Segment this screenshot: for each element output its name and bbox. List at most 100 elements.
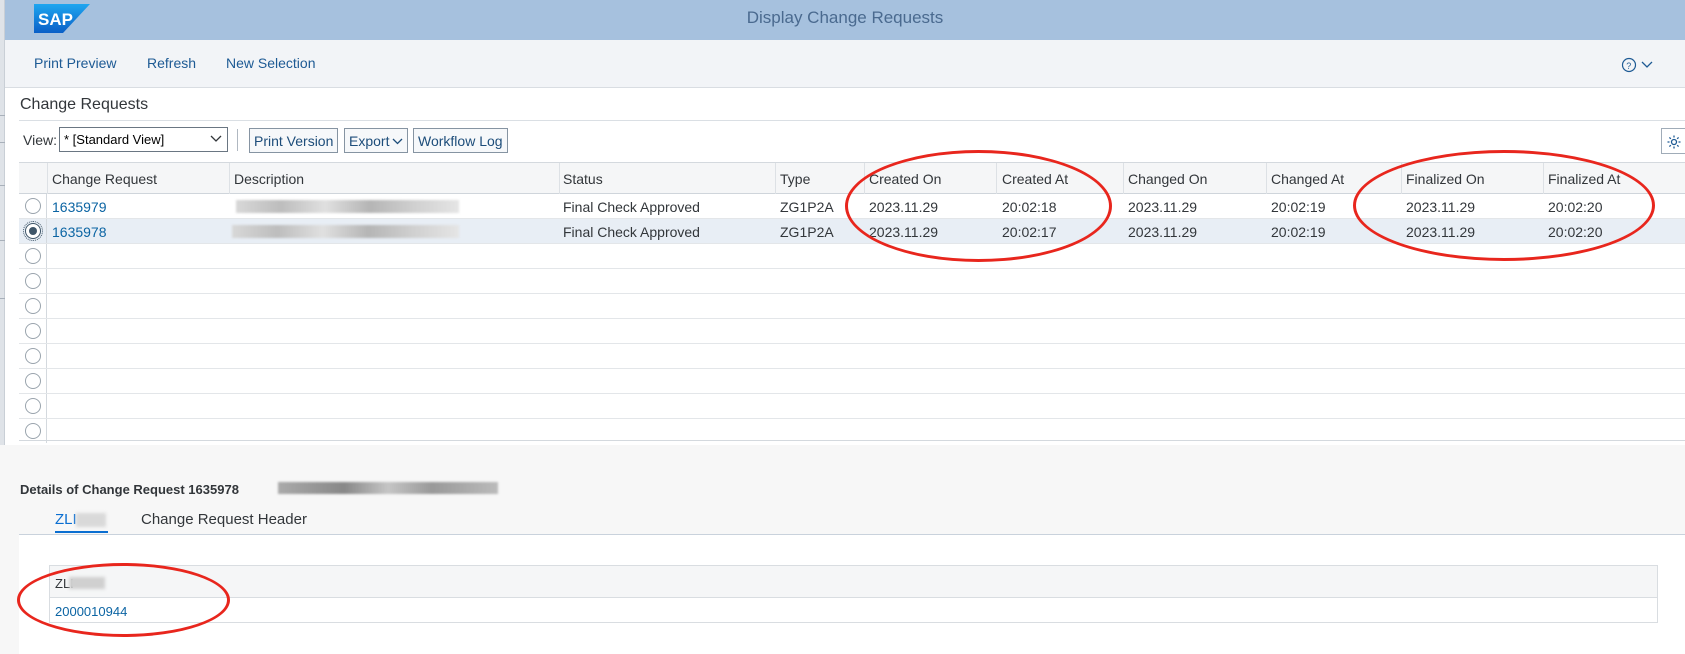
row-selector[interactable] bbox=[19, 419, 47, 443]
gear-icon bbox=[1667, 135, 1681, 149]
row-selector[interactable] bbox=[19, 344, 47, 368]
workflow-log-button[interactable]: Workflow Log bbox=[413, 128, 508, 153]
empty-row bbox=[19, 244, 1685, 269]
changed-at-cell: 20:02:19 bbox=[1271, 199, 1326, 215]
row-selector[interactable] bbox=[19, 194, 47, 218]
radio-button[interactable] bbox=[25, 373, 41, 389]
view-select-value: * [Standard View] bbox=[64, 132, 165, 147]
refresh-button[interactable]: Refresh bbox=[147, 55, 196, 71]
radio-button[interactable] bbox=[25, 323, 41, 339]
active-tab-indicator bbox=[55, 531, 108, 533]
export-button[interactable]: Export bbox=[344, 128, 408, 153]
redacted-tab-suffix bbox=[76, 513, 106, 527]
radio-button[interactable] bbox=[25, 398, 41, 414]
tab-change-request-header[interactable]: Change Request Header bbox=[141, 511, 307, 528]
toolbar-separator bbox=[237, 129, 238, 151]
redacted-details-description bbox=[278, 482, 498, 494]
row-selector[interactable] bbox=[19, 319, 47, 343]
column-separator bbox=[229, 163, 230, 194]
shell-bar: SAP Display Change Requests bbox=[5, 0, 1685, 40]
table-row[interactable]: 1635978 Final Check Approved ZG1P2A 2023… bbox=[19, 219, 1685, 244]
tab-zli[interactable]: ZLI bbox=[55, 511, 77, 528]
radio-button[interactable] bbox=[25, 298, 41, 314]
col-changed-on[interactable]: Changed On bbox=[1128, 171, 1207, 187]
print-preview-button[interactable]: Print Preview bbox=[34, 55, 116, 71]
created-on-cell: 2023.11.29 bbox=[869, 224, 939, 240]
radio-button[interactable] bbox=[25, 348, 41, 364]
created-at-cell: 20:02:17 bbox=[1002, 224, 1057, 240]
row-selector[interactable] bbox=[19, 269, 47, 293]
changed-at-cell: 20:02:19 bbox=[1271, 224, 1326, 240]
chevron-down-icon bbox=[210, 135, 222, 142]
column-separator bbox=[1266, 163, 1267, 194]
column-separator bbox=[996, 163, 997, 194]
col-changed-at[interactable]: Changed At bbox=[1271, 171, 1344, 187]
empty-row bbox=[19, 294, 1685, 319]
new-selection-button[interactable]: New Selection bbox=[226, 55, 316, 71]
zli-table: ZLI 2000010944 bbox=[49, 565, 1658, 623]
radio-button[interactable] bbox=[25, 273, 41, 289]
col-change-request[interactable]: Change Request bbox=[52, 171, 157, 187]
edge-tick bbox=[0, 115, 5, 116]
grid-toolbar: View: * [Standard View] Print Version Ex… bbox=[19, 126, 1685, 154]
empty-row bbox=[19, 344, 1685, 369]
col-finalized-at[interactable]: Finalized At bbox=[1548, 171, 1620, 187]
svg-text:?: ? bbox=[1626, 61, 1631, 71]
col-description[interactable]: Description bbox=[234, 171, 304, 187]
row-selector[interactable] bbox=[19, 369, 47, 393]
type-cell: ZG1P2A bbox=[780, 199, 834, 215]
column-separator bbox=[775, 163, 776, 194]
help-menu-icon[interactable]: ? bbox=[1621, 55, 1661, 75]
change-request-link[interactable]: 1635978 bbox=[52, 224, 107, 240]
zli-value-link[interactable]: 2000010944 bbox=[55, 604, 127, 619]
column-separator bbox=[1543, 163, 1544, 194]
edge-tick bbox=[0, 240, 5, 241]
finalized-on-cell: 2023.11.29 bbox=[1406, 199, 1476, 215]
created-at-cell: 20:02:18 bbox=[1002, 199, 1057, 215]
col-created-at[interactable]: Created At bbox=[1002, 171, 1068, 187]
change-request-link[interactable]: 1635979 bbox=[52, 199, 107, 215]
col-status[interactable]: Status bbox=[563, 171, 603, 187]
redacted-description bbox=[232, 225, 459, 238]
settings-button[interactable] bbox=[1661, 128, 1685, 154]
zli-table-header: ZLI bbox=[50, 566, 1657, 598]
radio-button-selected[interactable] bbox=[23, 221, 43, 241]
col-created-on[interactable]: Created On bbox=[869, 171, 941, 187]
row-selector[interactable] bbox=[19, 294, 47, 318]
chevron-down-icon bbox=[392, 138, 403, 145]
edge-tick bbox=[0, 142, 5, 143]
column-separator bbox=[47, 163, 48, 194]
view-select[interactable]: * [Standard View] bbox=[59, 127, 228, 152]
row-selector[interactable] bbox=[19, 219, 47, 243]
empty-row bbox=[19, 319, 1685, 344]
empty-row bbox=[19, 369, 1685, 394]
radio-button[interactable] bbox=[25, 423, 41, 439]
empty-row bbox=[19, 269, 1685, 294]
details-title: Details of Change Request 1635978 bbox=[20, 482, 239, 497]
finalized-on-cell: 2023.11.29 bbox=[1406, 224, 1476, 240]
changed-on-cell: 2023.11.29 bbox=[1128, 199, 1198, 215]
row-selector[interactable] bbox=[19, 244, 47, 268]
table-row[interactable]: 1635979 Final Check Approved ZG1P2A 2023… bbox=[19, 194, 1685, 219]
column-separator bbox=[1401, 163, 1402, 194]
col-type[interactable]: Type bbox=[780, 171, 810, 187]
radio-button[interactable] bbox=[25, 248, 41, 264]
print-version-button[interactable]: Print Version bbox=[249, 128, 339, 153]
finalized-at-cell: 20:02:20 bbox=[1548, 224, 1603, 240]
app-title: Display Change Requests bbox=[746, 8, 944, 27]
redacted-description bbox=[236, 200, 459, 213]
column-separator bbox=[559, 163, 560, 194]
status-cell: Final Check Approved bbox=[563, 224, 700, 240]
status-cell: Final Check Approved bbox=[563, 199, 700, 215]
changed-on-cell: 2023.11.29 bbox=[1128, 224, 1198, 240]
radio-button[interactable] bbox=[25, 198, 41, 214]
edge-tick bbox=[0, 185, 5, 186]
col-finalized-on[interactable]: Finalized On bbox=[1406, 171, 1485, 187]
edge-tick bbox=[0, 298, 5, 299]
finalized-at-cell: 20:02:20 bbox=[1548, 199, 1603, 215]
redacted-header-suffix bbox=[69, 577, 105, 589]
export-label: Export bbox=[349, 133, 390, 149]
section-divider bbox=[19, 120, 1685, 121]
section-title: Change Requests bbox=[20, 96, 149, 113]
row-selector[interactable] bbox=[19, 394, 47, 418]
